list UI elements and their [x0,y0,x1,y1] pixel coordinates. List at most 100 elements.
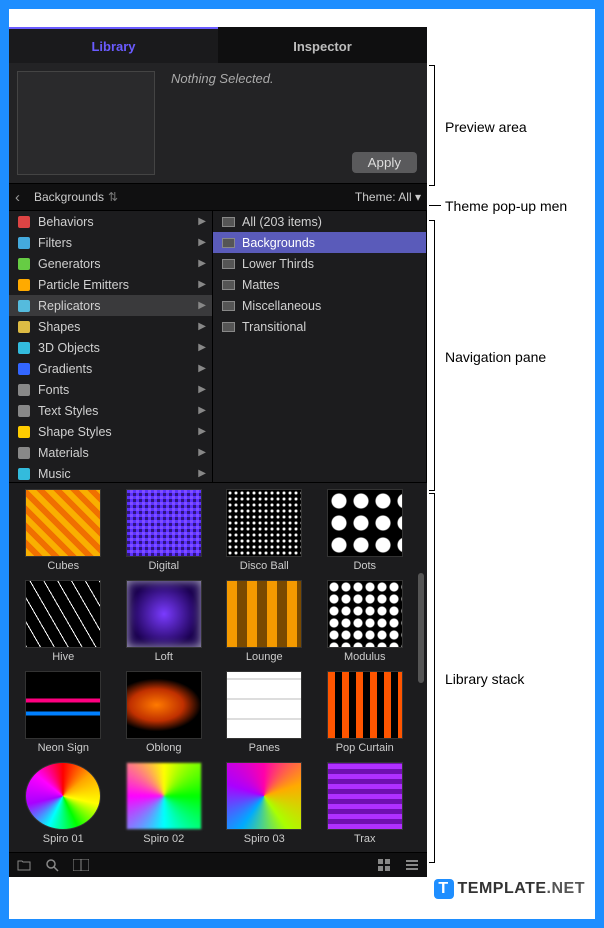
item-thumbnail [25,762,101,830]
grid-view-icon[interactable] [377,858,391,872]
category-icon [15,383,33,397]
category-label: Gradients [38,362,198,376]
item-thumbnail [25,580,101,648]
subcategory-label: Lower Thirds [242,257,420,271]
breadcrumb[interactable]: Backgrounds [34,190,104,204]
subcategory-label: Transitional [242,320,420,334]
item-label: Hive [52,651,74,663]
search-icon[interactable] [45,858,59,872]
category-label: Shape Styles [38,425,198,439]
thumbnail-grid: Cubes Digital Disco Ball Dots Hive Loft … [9,483,427,851]
preview-thumbnail [17,71,155,175]
item-label: Cubes [47,560,79,572]
category-row[interactable]: Replicators ▶ [9,295,212,316]
subcategory-label: Backgrounds [242,236,420,250]
subcategory-row[interactable]: Backgrounds [213,232,426,253]
theme-popup[interactable]: Theme: All ▾ [355,190,421,204]
category-row[interactable]: Generators ▶ [9,253,212,274]
category-label: Fonts [38,383,198,397]
item-label: Disco Ball [240,560,289,572]
subcategory-label: All (203 items) [242,215,420,229]
back-button[interactable]: ‹ [15,189,20,206]
library-item[interactable]: Disco Ball [216,489,313,572]
category-icon [15,278,33,292]
category-label: 3D Objects [38,341,198,355]
item-label: Pop Curtain [336,742,394,754]
subcategory-row[interactable]: All (203 items) [213,211,426,232]
category-row[interactable]: Fonts ▶ [9,379,212,400]
library-item[interactable]: Pop Curtain [317,671,414,754]
chevron-right-icon: ▶ [198,468,206,479]
category-row[interactable]: Music ▶ [9,463,212,482]
chevron-right-icon: ▶ [198,426,206,437]
category-icon [15,257,33,271]
subcategory-row[interactable]: Lower Thirds [213,253,426,274]
category-column: Behaviors ▶ Filters ▶ Generators ▶ Parti… [9,211,213,482]
item-thumbnail [327,580,403,648]
chevron-down-icon: ▾ [415,190,421,204]
navigation-pane: Behaviors ▶ Filters ▶ Generators ▶ Parti… [9,211,427,483]
category-row[interactable]: Filters ▶ [9,232,212,253]
library-item[interactable]: Spiro 01 [15,762,112,845]
subcategory-row[interactable]: Miscellaneous [213,295,426,316]
chevron-right-icon: ▶ [198,342,206,353]
category-row[interactable]: Gradients ▶ [9,358,212,379]
category-row[interactable]: Behaviors ▶ [9,211,212,232]
bottom-toolbar [9,853,427,877]
category-icon [15,236,33,250]
category-label: Materials [38,446,198,460]
library-item[interactable]: Trax [317,762,414,845]
scrollbar[interactable] [418,573,424,683]
category-row[interactable]: Particle Emitters ▶ [9,274,212,295]
item-label: Neon Sign [38,742,89,754]
item-thumbnail [327,762,403,830]
item-thumbnail [226,762,302,830]
chevron-right-icon: ▶ [198,216,206,227]
subcategory-row[interactable]: Mattes [213,274,426,295]
tab-library[interactable]: Library [9,27,218,63]
library-item[interactable]: Digital [116,489,213,572]
chevron-right-icon: ▶ [198,363,206,374]
category-row[interactable]: Text Styles ▶ [9,400,212,421]
list-view-icon[interactable] [405,858,419,872]
preview-status: Nothing Selected. [171,71,419,86]
library-item[interactable]: Lounge [216,580,313,663]
panel-tabs: Library Inspector [9,27,427,63]
folder-icon [219,278,237,292]
library-item[interactable]: Oblong [116,671,213,754]
library-item[interactable]: Spiro 02 [116,762,213,845]
category-label: Behaviors [38,215,198,229]
new-folder-icon[interactable] [17,859,31,871]
library-item[interactable]: Panes [216,671,313,754]
category-label: Replicators [38,299,198,313]
category-row[interactable]: Materials ▶ [9,442,212,463]
item-label: Spiro 02 [143,833,184,845]
item-thumbnail [126,671,202,739]
sort-icon[interactable]: ⇅ [108,190,118,204]
library-item[interactable]: Cubes [15,489,112,572]
subcategory-label: Miscellaneous [242,299,420,313]
library-item[interactable]: Hive [15,580,112,663]
tab-inspector[interactable]: Inspector [218,27,427,63]
category-label: Generators [38,257,198,271]
category-row[interactable]: 3D Objects ▶ [9,337,212,358]
annotation-theme: Theme pop-up men [445,198,567,214]
subcategory-row[interactable]: Transitional [213,316,426,337]
category-icon [15,299,33,313]
item-label: Spiro 03 [244,833,285,845]
category-label: Particle Emitters [38,278,198,292]
library-item[interactable]: Modulus [317,580,414,663]
library-item[interactable]: Neon Sign [15,671,112,754]
library-item[interactable]: Dots [317,489,414,572]
item-label: Dots [353,560,376,572]
item-label: Spiro 01 [43,833,84,845]
library-item[interactable]: Spiro 03 [216,762,313,845]
category-row[interactable]: Shapes ▶ [9,316,212,337]
item-thumbnail [126,580,202,648]
library-item[interactable]: Loft [116,580,213,663]
columns-icon[interactable] [73,859,89,871]
path-bar: ‹ Backgrounds ⇅ Theme: All ▾ [9,183,427,211]
category-icon [15,425,33,439]
apply-button[interactable]: Apply [352,152,417,173]
category-row[interactable]: Shape Styles ▶ [9,421,212,442]
